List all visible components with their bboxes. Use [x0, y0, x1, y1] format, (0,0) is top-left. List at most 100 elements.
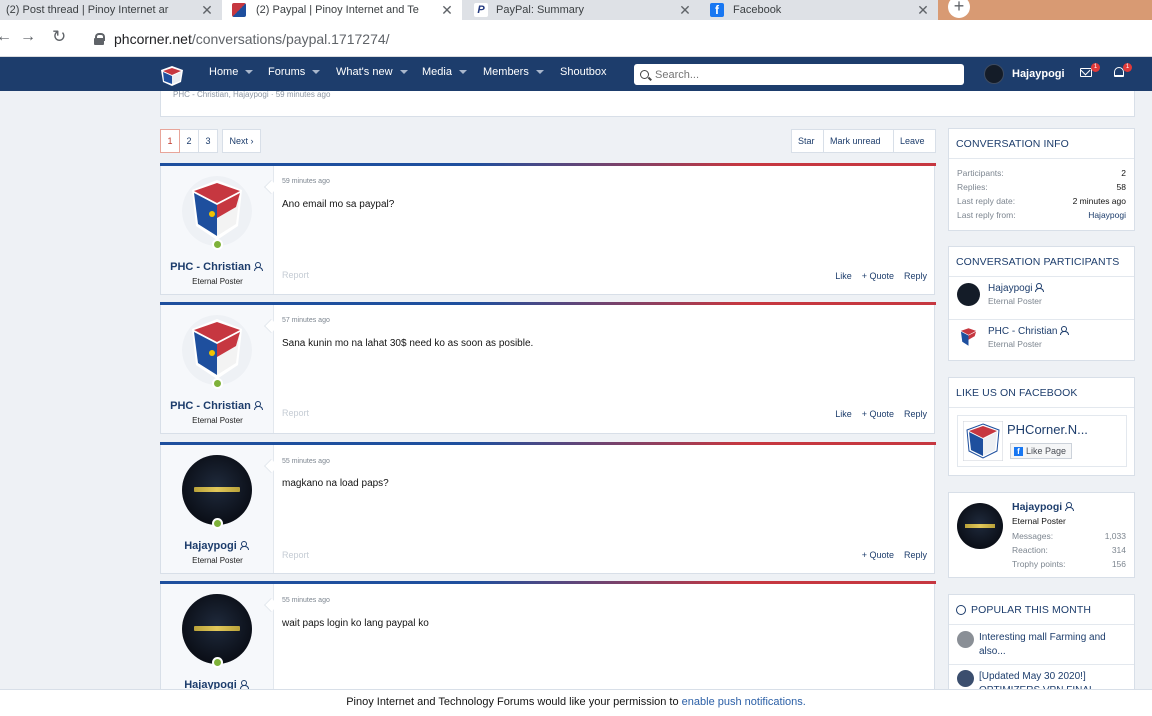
chevron-down-icon[interactable] — [245, 70, 254, 75]
envelope-icon[interactable] — [1080, 65, 1092, 77]
address-bar-row: ← → ↻ phcorner.net/conversations/paypal.… — [0, 20, 1152, 57]
report-link[interactable]: Report — [282, 408, 309, 418]
message-user-cell: PHC - Christian Eternal Poster — [161, 166, 274, 294]
phcorner-logo-icon[interactable] — [160, 65, 184, 87]
message-author[interactable]: PHC - Christian — [161, 261, 274, 273]
chevron-down-icon[interactable] — [458, 70, 467, 75]
popular-item-title[interactable]: [Updated May 30 2020!] OPTIMIZERS VPN FI… — [979, 670, 1134, 690]
message-user-cell: Hajaypogi Eternal Poster — [161, 445, 274, 573]
quote-link[interactable]: + Quote — [862, 409, 894, 419]
nav-home[interactable]: Home — [209, 57, 254, 91]
message-time[interactable]: 57 minutes ago — [282, 317, 330, 324]
author-name: PHC - Christian — [170, 400, 251, 412]
avatar[interactable] — [182, 176, 252, 246]
quote-link[interactable]: + Quote — [862, 550, 894, 560]
page-1-button[interactable]: 1 — [160, 129, 180, 153]
message-body: Ano email mo sa paypal? — [282, 199, 395, 210]
mark-unread-button[interactable]: Mark unread — [824, 129, 894, 153]
page-3-button[interactable]: 3 — [199, 129, 218, 153]
nav-members[interactable]: Members — [483, 57, 544, 91]
reply-link[interactable]: Reply — [904, 409, 927, 419]
message-time[interactable]: 59 minutes ago — [282, 178, 330, 185]
nav-shoutbox[interactable]: Shoutbox — [560, 57, 606, 91]
message-time[interactable]: 55 minutes ago — [282, 458, 330, 465]
notification-text: Pinoy Internet and Technology Forums wou… — [346, 696, 682, 708]
phcorner-page-logo-icon — [963, 421, 1003, 461]
avatar-logo-text-icon — [194, 487, 240, 492]
message-stripe — [160, 302, 936, 305]
new-tab-plus-icon[interactable]: + — [948, 0, 970, 18]
reply-link[interactable]: Reply — [904, 550, 927, 560]
chevron-down-icon[interactable] — [399, 70, 408, 75]
browser-tab[interactable]: (2) Post thread | Pinoy Internet ar ✕ — [0, 0, 222, 20]
nav-media-label: Media — [422, 66, 452, 78]
participant-name[interactable]: Hajaypogi — [988, 283, 1046, 294]
participant-item[interactable]: Hajaypogi Eternal Poster — [957, 283, 1046, 306]
facebook-page-widget[interactable]: PHCorner.N... f Like Page — [957, 415, 1127, 467]
tab-title: Facebook — [733, 4, 782, 16]
url-field[interactable]: phcorner.net/conversations/paypal.171727… — [86, 24, 1152, 53]
nav-forums[interactable]: Forums — [268, 57, 321, 91]
nav-media[interactable]: Media — [422, 57, 467, 91]
avatar-logo-text-icon — [194, 626, 240, 631]
chart-icon — [956, 604, 966, 615]
search-input[interactable] — [655, 68, 945, 81]
nav-whats-new[interactable]: What's new — [336, 57, 408, 91]
close-icon[interactable]: ✕ — [440, 2, 454, 19]
info-label: Last reply from: — [957, 210, 1016, 220]
like-link[interactable]: Like — [835, 271, 852, 281]
facebook-page-name[interactable]: PHCorner.N... — [1007, 422, 1088, 437]
back-arrow-icon[interactable]: ← — [0, 28, 12, 46]
like-link[interactable]: Like — [835, 409, 852, 419]
avatar[interactable] — [182, 315, 252, 385]
quote-link[interactable]: + Quote — [862, 271, 894, 281]
conversation-actions: Star Mark unread Leave — [791, 129, 936, 153]
popular-item-title[interactable]: Interesting mall Farming and also... — [979, 631, 1134, 659]
reply-link[interactable]: Reply — [904, 271, 927, 281]
avatar[interactable] — [957, 503, 1003, 549]
message-user-cell: Hajaypogi — [161, 584, 274, 691]
next-page-button[interactable]: Next › — [222, 129, 261, 153]
close-icon[interactable]: ✕ — [678, 2, 692, 19]
profile-name[interactable]: Hajaypogi — [1012, 501, 1076, 513]
last-reply-user-link[interactable]: Hajaypogi — [1088, 210, 1126, 220]
block-title: LIKE US ON FACEBOOK — [949, 378, 1134, 408]
avatar[interactable] — [182, 594, 252, 664]
popular-item[interactable]: [Updated May 30 2020!] OPTIMIZERS VPN FI… — [957, 670, 1134, 690]
like-page-button[interactable]: f Like Page — [1010, 443, 1073, 459]
page-2-button[interactable]: 2 — [180, 129, 199, 153]
search-box[interactable] — [634, 64, 964, 85]
report-link[interactable]: Report — [282, 550, 309, 560]
user-check-icon — [239, 680, 251, 689]
browser-tab[interactable]: f Facebook ✕ — [700, 0, 938, 20]
avatar[interactable] — [182, 455, 252, 525]
close-icon[interactable]: ✕ — [200, 2, 214, 19]
report-link[interactable]: Report — [282, 270, 309, 280]
message-author[interactable]: Hajaypogi — [161, 540, 274, 552]
chevron-down-icon[interactable] — [535, 70, 544, 75]
message-time[interactable]: 55 minutes ago — [282, 597, 330, 604]
leave-button[interactable]: Leave — [894, 129, 936, 153]
stat-label: Reaction: — [1012, 545, 1048, 555]
message-author[interactable]: PHC - Christian — [161, 400, 274, 412]
site-navigation: Home Forums What's new Media Members Sho… — [0, 57, 1152, 91]
popular-item[interactable]: Interesting mall Farming and also... — [957, 631, 1134, 659]
user-menu[interactable]: Hajaypogi — [984, 64, 1065, 84]
forward-arrow-icon[interactable]: → — [20, 28, 36, 46]
browser-tab[interactable]: P PayPal: Summary ✕ — [462, 0, 700, 20]
participant-name[interactable]: PHC - Christian — [988, 326, 1071, 337]
reload-icon[interactable]: ↻ — [52, 27, 66, 47]
avatar — [957, 631, 974, 648]
stat-label: Messages: — [1012, 531, 1054, 541]
star-button[interactable]: Star — [791, 129, 824, 153]
nav-members-label: Members — [483, 66, 529, 78]
url-host: phcorner.net — [114, 30, 192, 47]
chevron-down-icon[interactable] — [312, 70, 321, 75]
close-icon[interactable]: ✕ — [916, 2, 930, 19]
enable-push-notifications-link[interactable]: enable push notifications. — [682, 696, 806, 708]
user-check-icon — [239, 541, 251, 550]
browser-tab-active[interactable]: (2) Paypal | Pinoy Internet and Te ✕ — [222, 0, 462, 20]
participant-title: Eternal Poster — [988, 339, 1042, 349]
participant-item[interactable]: PHC - Christian Eternal Poster — [957, 326, 1071, 349]
user-check-icon — [1060, 326, 1071, 335]
